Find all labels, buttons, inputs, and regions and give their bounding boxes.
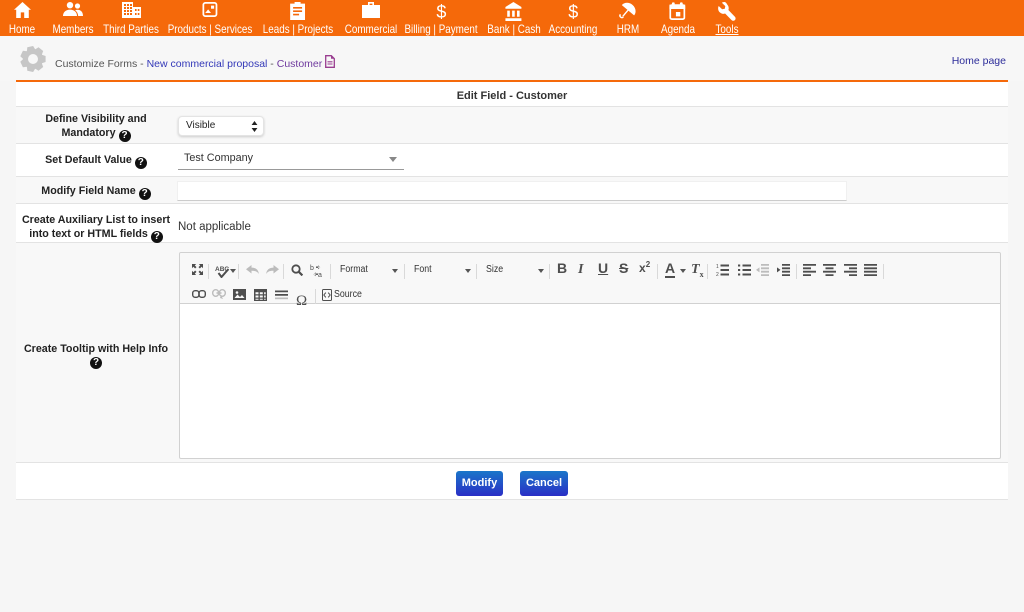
svg-text:$: $ — [568, 2, 578, 21]
svg-text:2: 2 — [716, 272, 719, 276]
svg-text:a: a — [318, 272, 322, 277]
svg-text:b: b — [310, 265, 314, 272]
svg-text:$: $ — [436, 2, 446, 21]
svg-text:1: 1 — [716, 264, 719, 270]
